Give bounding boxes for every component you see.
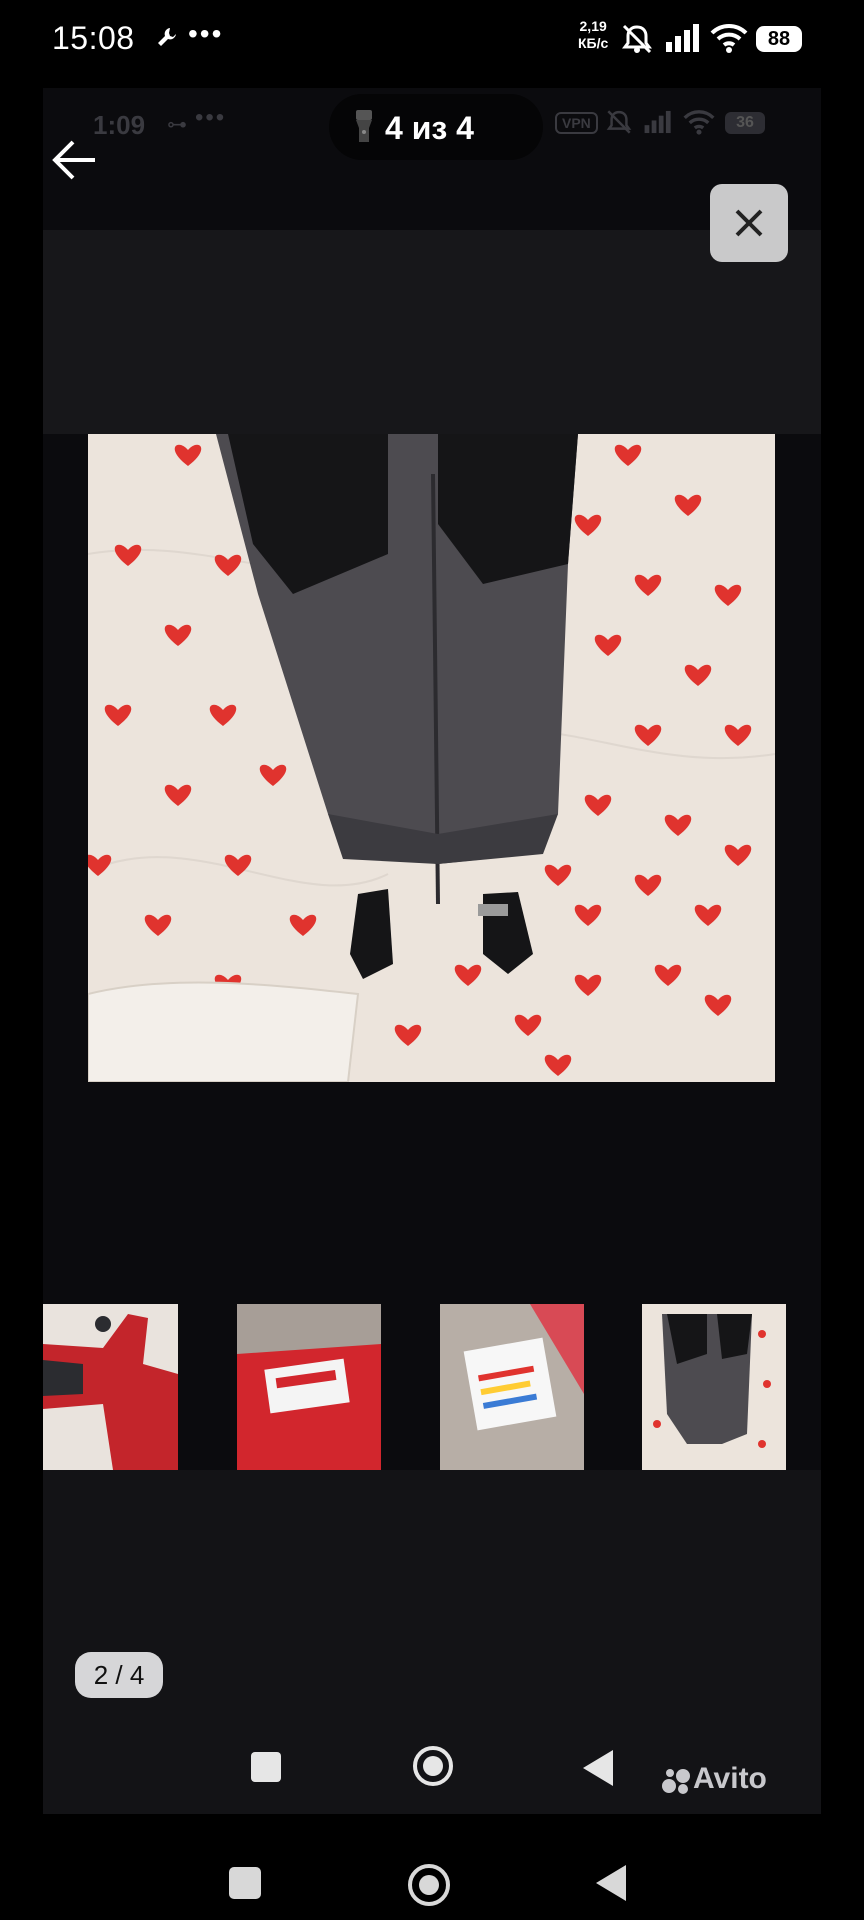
system-nav-bar: [0, 1820, 864, 1920]
inner-back-button[interactable]: [581, 1748, 615, 1793]
arrow-left-icon: [52, 140, 95, 180]
thumbnail-care-tag[interactable]: [440, 1304, 584, 1470]
thumbnail-strip: [43, 1304, 821, 1470]
inner-more-icon: •••: [195, 104, 227, 131]
inner-status-bar: 1:09 ⊶ ••• 4 из 4 VPN 36: [43, 88, 821, 230]
photo-counter: 4 из 4: [385, 110, 474, 146]
back-button[interactable]: [47, 132, 103, 188]
more-icon: •••: [188, 18, 224, 49]
pants-photo-image: [88, 434, 775, 1082]
inner-battery-indicator: 36: [725, 112, 765, 134]
back-nav-button[interactable]: [594, 1863, 628, 1908]
net-speed-unit: КБ/с: [578, 35, 609, 51]
photo-counter-pill: 4 из 4: [329, 94, 543, 160]
signal-icon: [664, 22, 702, 59]
net-speed-value: 2,19: [579, 18, 607, 34]
main-photo[interactable]: [88, 434, 775, 1082]
close-button[interactable]: [710, 184, 788, 262]
thumbnail-jacket-label[interactable]: [237, 1304, 381, 1470]
viewer-top-band: [43, 230, 821, 434]
flashlight-icon: [353, 108, 375, 151]
status-bar: 15:08 ••• 2,19 КБ/с 88: [0, 0, 864, 80]
inner-wifi-icon: [683, 108, 715, 141]
vpn-badge: VPN: [555, 112, 598, 134]
net-speed: 2,19 КБ/с: [578, 18, 608, 52]
recents-button[interactable]: [229, 1867, 261, 1899]
wrench-icon: [156, 26, 178, 54]
avito-logo: Avito: [662, 1762, 767, 1796]
close-icon: [735, 209, 763, 237]
inner-home-button[interactable]: [411, 1744, 455, 1793]
avito-logo-icon: [661, 1766, 691, 1804]
home-button[interactable]: [406, 1862, 452, 1913]
inner-signal-icon: [643, 108, 673, 141]
inner-bell-off-icon: [605, 108, 633, 141]
thumbnail-red-jacket[interactable]: [43, 1304, 178, 1470]
avito-wordmark: Avito: [693, 1762, 767, 1795]
page-indicator-badge: 2 / 4: [75, 1652, 163, 1698]
battery-indicator: 88: [756, 26, 802, 52]
key-icon: ⊶: [167, 114, 187, 136]
wifi-icon: [710, 22, 748, 59]
viewer-frame: 1:09 ⊶ ••• 4 из 4 VPN 36 2 / 4 Avito: [43, 88, 821, 1814]
thumbnail-grey-pants[interactable]: [642, 1304, 786, 1470]
status-time: 15:08: [52, 20, 135, 56]
inner-recents-button[interactable]: [251, 1752, 281, 1782]
bell-off-icon: [620, 22, 654, 61]
